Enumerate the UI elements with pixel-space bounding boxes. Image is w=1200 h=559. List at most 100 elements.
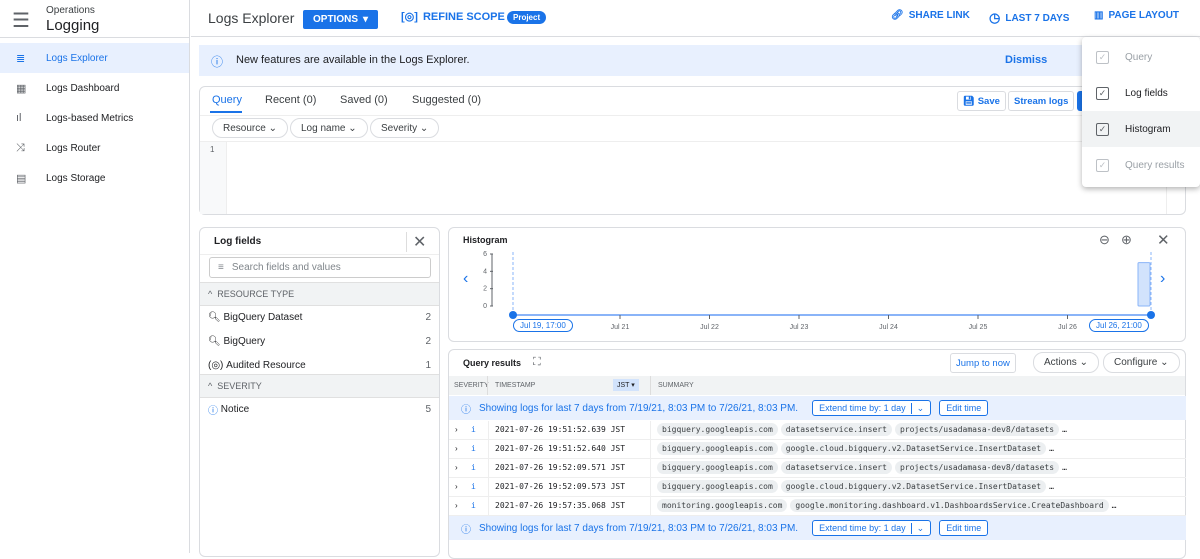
summary-chip[interactable]: google.monitoring.dashboard.v1.Dashboard… bbox=[790, 499, 1109, 513]
checkbox-icon: ✓ bbox=[1096, 122, 1109, 136]
more-indicator: … bbox=[1049, 482, 1054, 492]
summary-chip[interactable]: google.cloud.bigquery.v2.DatasetService.… bbox=[780, 480, 1047, 494]
configure-label: Configure bbox=[1114, 357, 1158, 368]
expand-icon[interactable]: ⛶ bbox=[533, 356, 541, 369]
y-tick-label: 0 bbox=[483, 303, 487, 310]
stream-logs-button[interactable]: Stream logs bbox=[1008, 91, 1075, 111]
field-label: Notice bbox=[220, 403, 250, 415]
summary-chip[interactable]: monitoring.googleapis.com bbox=[657, 499, 788, 513]
section-severity[interactable]: ^ SEVERITY bbox=[200, 374, 439, 398]
x-tick-label: Jul 21 bbox=[611, 324, 630, 331]
y-tick-label: 4 bbox=[483, 268, 487, 275]
summary-chip[interactable]: projects/usadamasa-dev8/datasets bbox=[894, 423, 1060, 437]
chevron-down-icon: ⌄ bbox=[419, 122, 429, 134]
tab-saved[interactable]: Saved (0) bbox=[340, 94, 388, 106]
save-button[interactable]: 💾︎ Save bbox=[957, 91, 1006, 111]
expand-row-icon[interactable]: › bbox=[449, 501, 471, 510]
log-timestamp: 2021-07-26 19:57:35.068 JST bbox=[488, 497, 650, 515]
summary-chip[interactable]: datasetservice.insert bbox=[780, 423, 892, 437]
chevron-up-icon: ^ bbox=[208, 381, 218, 391]
tab-suggested[interactable]: Suggested (0) bbox=[412, 94, 481, 106]
menu-item-log-fields[interactable]: ✓ Log fields bbox=[1082, 75, 1200, 111]
list-icon: ≣ bbox=[16, 52, 26, 65]
sidebar-item-logs-dashboard[interactable]: ▦ Logs Dashboard bbox=[0, 73, 189, 103]
severity-filter[interactable]: Severity ⌄ bbox=[370, 118, 440, 138]
x-tick-label: Jul 26 bbox=[1058, 324, 1077, 331]
info-icon: ⓘ bbox=[208, 405, 221, 417]
time-range-info: ⓘ Showing logs for last 7 days from 7/19/… bbox=[449, 516, 1186, 540]
line-number: 1 bbox=[210, 145, 215, 154]
sidebar-item-logs-storage[interactable]: ▤ Logs Storage bbox=[0, 163, 189, 193]
log-row[interactable]: › i 2021-07-26 19:52:09.571 JST bigquery.go… bbox=[449, 459, 1186, 478]
extend-time-button[interactable]: Extend time by: 1 day ⌄ bbox=[812, 400, 932, 416]
expand-row-icon[interactable]: › bbox=[449, 463, 471, 472]
scope-icon: [◎] bbox=[401, 11, 418, 23]
x-tick-label: Jul 23 bbox=[790, 324, 809, 331]
options-label: OPTIONS bbox=[313, 14, 359, 25]
y-tick-label: 6 bbox=[483, 251, 487, 258]
time-range-button[interactable]: ◷ LAST 7 DAYS bbox=[989, 10, 1069, 26]
expand-row-icon[interactable]: › bbox=[449, 444, 471, 453]
log-row[interactable]: › i 2021-07-26 19:52:09.573 JST bigquery.go… bbox=[449, 478, 1186, 497]
range-end-label[interactable]: Jul 26, 21:00 bbox=[1089, 319, 1149, 332]
log-row[interactable]: › i 2021-07-26 19:51:52.640 JST bigquery.go… bbox=[449, 440, 1186, 459]
field-count: 2 bbox=[425, 335, 431, 347]
section-resource-type[interactable]: ^ RESOURCE TYPE bbox=[200, 282, 439, 306]
dismiss-button[interactable]: Dismiss bbox=[1005, 54, 1047, 66]
query-editor[interactable] bbox=[228, 142, 1165, 214]
field-count: 1 bbox=[425, 359, 431, 371]
search-fields-input[interactable]: ≡ Search fields and values bbox=[209, 257, 431, 278]
log-row[interactable]: › i 2021-07-26 19:57:35.068 JST monitoring.… bbox=[449, 497, 1186, 516]
field-item[interactable]: 🔍︎ BigQuery Dataset 2 bbox=[200, 305, 439, 329]
chevron-down-icon: ⌄ bbox=[910, 522, 924, 534]
expand-row-icon[interactable]: › bbox=[449, 482, 471, 491]
field-label: BigQuery Dataset bbox=[223, 311, 303, 323]
expand-row-icon[interactable]: › bbox=[449, 425, 471, 434]
log-fields-panel: Log fields ✕ ≡ Search fields and values ^… bbox=[199, 227, 440, 557]
sidebar-item-logs-based-metrics[interactable]: ıl Logs-based Metrics bbox=[0, 103, 189, 133]
tab-query[interactable]: Query bbox=[212, 94, 242, 106]
close-log-fields-icon[interactable]: ✕ bbox=[406, 232, 426, 252]
log-row[interactable]: › i 2021-07-26 19:51:52.639 JST bigquery.go… bbox=[449, 421, 1186, 440]
summary-chip[interactable]: datasetservice.insert bbox=[780, 461, 892, 475]
tab-recent[interactable]: Recent (0) bbox=[265, 94, 316, 106]
timezone-select[interactable]: JST ▾ bbox=[613, 379, 639, 391]
notice-severity-icon: i bbox=[471, 444, 476, 454]
info-text: Showing logs for last 7 days from 7/19/2… bbox=[479, 522, 799, 534]
jump-to-now-button[interactable]: Jump to now bbox=[950, 353, 1016, 373]
range-start-handle bbox=[509, 311, 517, 319]
x-tick-label: Jul 24 bbox=[879, 324, 898, 331]
field-item[interactable]: ⓘ Notice 5 bbox=[200, 397, 439, 421]
summary-chip[interactable]: bigquery.googleapis.com bbox=[657, 442, 778, 456]
configure-button[interactable]: Configure ⌄ bbox=[1103, 352, 1180, 373]
log-name-filter[interactable]: Log name ⌄ bbox=[290, 118, 368, 138]
product-group: Operations bbox=[46, 5, 95, 16]
summary-chip[interactable]: bigquery.googleapis.com bbox=[657, 480, 778, 494]
menu-item-query-results: ✓ Query results bbox=[1082, 147, 1200, 183]
edit-time-button[interactable]: Edit time bbox=[939, 520, 989, 536]
more-indicator: … bbox=[1062, 463, 1067, 473]
range-end-handle bbox=[1147, 311, 1155, 319]
range-start-label[interactable]: Jul 19, 17:00 bbox=[513, 319, 573, 332]
summary-chip[interactable]: projects/usadamasa-dev8/datasets bbox=[894, 461, 1060, 475]
share-link-button[interactable]: 🔗︎ SHARE LINK bbox=[891, 10, 970, 21]
audited-resource-icon: (◎) bbox=[208, 359, 227, 371]
refine-scope-button[interactable]: [◎] REFINE SCOPE bbox=[401, 10, 505, 24]
summary-chip[interactable]: bigquery.googleapis.com bbox=[657, 423, 778, 437]
summary-chip[interactable]: google.cloud.bigquery.v2.DatasetService.… bbox=[780, 442, 1047, 456]
sidebar-item-logs-explorer[interactable]: ≣ Logs Explorer bbox=[0, 43, 189, 73]
page-layout-button[interactable]: ▥ PAGE LAYOUT bbox=[1094, 10, 1179, 21]
extend-time-button[interactable]: Extend time by: 1 day ⌄ bbox=[812, 520, 932, 536]
field-item[interactable]: 🔍︎ BigQuery 2 bbox=[200, 329, 439, 353]
stream-label: Stream logs bbox=[1014, 95, 1069, 107]
log-timestamp: 2021-07-26 19:52:09.573 JST bbox=[488, 478, 650, 496]
menu-item-histogram[interactable]: ✓ Histogram bbox=[1082, 111, 1200, 147]
sidebar-item-logs-router[interactable]: ⤨ Logs Router bbox=[0, 133, 189, 163]
options-button[interactable]: OPTIONS ▾ bbox=[303, 10, 379, 29]
save-icon: 💾︎ bbox=[963, 95, 978, 107]
edit-time-button[interactable]: Edit time bbox=[939, 400, 989, 416]
actions-button[interactable]: Actions ⌄ bbox=[1033, 352, 1099, 373]
resource-filter[interactable]: Resource ⌄ bbox=[212, 118, 288, 138]
summary-chip[interactable]: bigquery.googleapis.com bbox=[657, 461, 778, 475]
scope-badge: Project bbox=[507, 11, 547, 24]
